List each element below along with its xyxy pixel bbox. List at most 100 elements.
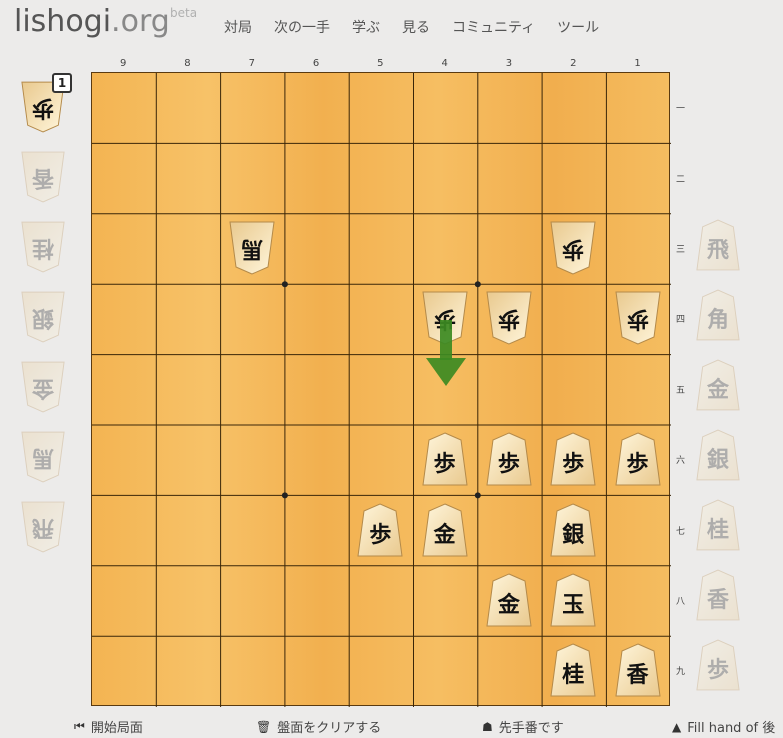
rank-label: 七	[676, 526, 686, 537]
spare-kanji: 金	[32, 375, 55, 401]
file-label: 2	[570, 58, 577, 69]
piece-gote-pawn-2-3[interactable]: 歩	[549, 220, 597, 276]
piece-kanji: 歩	[562, 236, 585, 262]
spare-piece[interactable]: 桂	[695, 498, 741, 552]
piece-kanji: 香	[626, 662, 649, 689]
piece-sente-knight-2-9[interactable]: 桂	[549, 642, 597, 698]
spare-piece[interactable]: 飛	[20, 500, 66, 554]
first-page-icon: ⏮	[74, 719, 85, 733]
move-arrow	[426, 320, 466, 386]
piece-sente-gold-4-7[interactable]: 金	[421, 502, 469, 558]
nav-play[interactable]: 対局	[224, 17, 252, 37]
spare-piece[interactable]: 桂	[20, 220, 66, 274]
rank-label: 三	[676, 245, 686, 255]
piece-kanji: 歩	[562, 451, 585, 478]
spare-count-badge: 1	[52, 73, 72, 93]
shogi-board[interactable]: 馬歩歩歩歩歩歩歩歩歩金銀金玉桂香	[91, 72, 671, 707]
spare-kanji: 馬	[32, 445, 55, 471]
fill-hand-label: Fill hand of 後	[687, 721, 776, 736]
piece-sente-lance-1-9[interactable]: 香	[614, 642, 662, 698]
piece-sente-pawn-5-7[interactable]: 歩	[356, 502, 404, 558]
piece-sente-pawn-1-6[interactable]: 歩	[614, 431, 662, 487]
file-label: 4	[441, 58, 448, 69]
trash-icon: 🗑	[256, 719, 272, 734]
clear-board-button[interactable]: 🗑 盤面をクリアする	[256, 717, 382, 737]
piece-gote-pawn-1-4[interactable]: 歩	[614, 290, 662, 346]
editor-footer: ⏮ 開始局面 🗑 盤面をクリアする ☗ 先手番です ▲ Fill hand of…	[0, 708, 783, 738]
spare-piece[interactable]: 銀	[695, 428, 741, 482]
file-label: 7	[248, 58, 255, 69]
piece-sente-silver-2-7[interactable]: 銀	[549, 502, 597, 558]
rank-label: 六	[676, 456, 686, 467]
piece-icon: ☗	[482, 719, 493, 734]
spare-kanji: 銀	[706, 447, 729, 473]
spare-kanji: 桂	[706, 517, 729, 543]
spare-kanji: 香	[32, 165, 55, 191]
file-label: 8	[184, 58, 191, 69]
beta-label: beta	[170, 6, 198, 20]
rank-label: 二	[676, 174, 686, 185]
triangle-up-icon: ▲	[672, 719, 682, 734]
spare-piece[interactable]: 金	[695, 358, 741, 412]
nav-tools[interactable]: ツール	[557, 17, 599, 37]
fill-hand-button[interactable]: ▲ Fill hand of 後	[672, 717, 776, 737]
top-header: lishogi.org beta 対局 次の一手 学ぶ 見る コミュニティ ツー…	[0, 0, 783, 50]
rank-label: 四	[676, 315, 686, 326]
spare-piece[interactable]: 馬	[20, 430, 66, 484]
spare-piece[interactable]: 香	[695, 568, 741, 622]
file-label: 9	[119, 58, 127, 69]
piece-gote-pawn-3-4[interactable]: 歩	[485, 290, 533, 346]
piece-kanji: 金	[433, 521, 456, 548]
file-label: 1	[634, 58, 641, 69]
spare-piece[interactable]: 銀	[20, 290, 66, 344]
piece-sente-king-2-8[interactable]: 玉	[549, 572, 597, 628]
spare-piece[interactable]: 歩	[695, 638, 741, 692]
nav-watch[interactable]: 見る	[402, 17, 430, 37]
spare-kanji: 歩	[706, 657, 729, 683]
file-label: 5	[377, 58, 384, 69]
piece-kanji: 歩	[626, 451, 649, 478]
spare-kanji: 桂	[32, 235, 55, 261]
piece-kanji: 桂	[562, 662, 585, 689]
spare-piece[interactable]: 角	[695, 288, 741, 342]
clear-board-label: 盤面をクリアする	[277, 721, 382, 736]
main-nav: 対局 次の一手 学ぶ 見る コミュニティ ツール	[224, 17, 621, 37]
file-label: 6	[312, 58, 320, 69]
piece-sente-pawn-3-6[interactable]: 歩	[485, 431, 533, 487]
turn-label: 先手番です	[498, 721, 564, 736]
start-position-button[interactable]: ⏮ 開始局面	[74, 717, 143, 736]
rank-label: 一	[676, 104, 686, 115]
spare-piece[interactable]: 飛	[695, 218, 741, 272]
turn-toggle-button[interactable]: ☗ 先手番です	[482, 717, 564, 737]
nav-community[interactable]: コミュニティ	[452, 17, 535, 37]
piece-kanji: 歩	[497, 306, 520, 333]
piece-sente-pawn-4-6[interactable]: 歩	[421, 431, 469, 487]
piece-kanji: 玉	[562, 592, 585, 618]
piece-kanji: 歩	[626, 306, 649, 333]
piece-sente-gold-3-8[interactable]: 金	[485, 572, 533, 628]
file-label: 3	[505, 58, 513, 69]
rank-label: 八	[676, 597, 686, 607]
piece-sente-pawn-2-6[interactable]: 歩	[549, 431, 597, 487]
nav-learn[interactable]: 学ぶ	[352, 17, 380, 37]
piece-kanji: 銀	[562, 521, 585, 548]
site-logo[interactable]: lishogi.org	[14, 4, 170, 39]
spare-kanji: 角	[706, 307, 729, 333]
start-position-label: 開始局面	[90, 721, 143, 736]
spare-kanji: 飛	[32, 515, 55, 541]
spare-kanji: 香	[706, 587, 729, 613]
spare-piece[interactable]: 金	[20, 360, 66, 414]
piece-kanji: 金	[497, 592, 520, 618]
spare-kanji: 金	[706, 377, 729, 403]
piece-kanji: 歩	[433, 451, 456, 478]
piece-kanji: 歩	[497, 451, 520, 478]
piece-kanji: 歩	[369, 521, 392, 548]
spare-kanji: 銀	[32, 305, 55, 331]
spare-kanji: 飛	[706, 237, 729, 263]
nav-puzzles[interactable]: 次の一手	[274, 17, 330, 37]
piece-kanji: 馬	[240, 236, 263, 262]
spare-piece[interactable]: 香	[20, 150, 66, 204]
piece-gote-horse-7-3[interactable]: 馬	[228, 220, 276, 276]
rank-label: 九	[676, 667, 686, 678]
rank-label: 五	[676, 385, 686, 396]
